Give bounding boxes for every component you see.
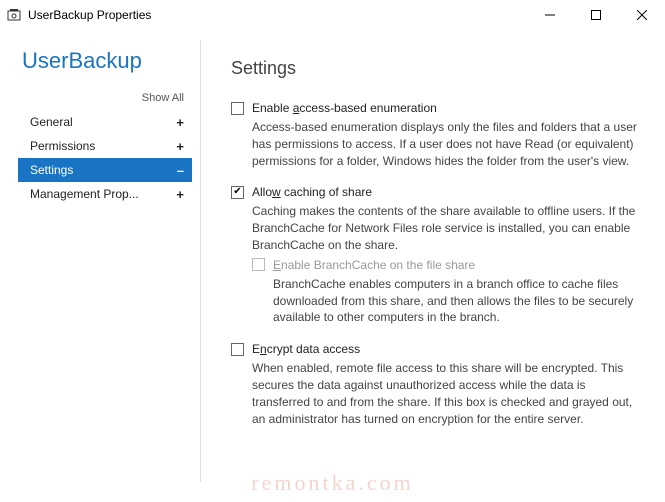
expand-icon: + (176, 187, 184, 202)
expand-icon: + (176, 139, 184, 154)
expand-icon: + (176, 115, 184, 130)
page-heading: UserBackup (22, 48, 190, 74)
nav-item-settings[interactable]: Settings – (18, 158, 192, 182)
nav-label: Management Prop... (30, 187, 139, 201)
nav-label: Permissions (30, 139, 95, 153)
sidebar: UserBackup Show All General + Permission… (0, 30, 200, 502)
setting-encrypt: Encrypt data access When enabled, remote… (231, 342, 645, 427)
close-button[interactable] (619, 0, 665, 30)
checkbox-enable-abe[interactable] (231, 102, 244, 115)
checkbox-label: Enable BranchCache on the file share (273, 258, 475, 272)
setting-description: BranchCache enables computers in a branc… (273, 276, 645, 326)
checkbox-enable-branchcache (252, 258, 265, 271)
checkbox-allow-caching[interactable] (231, 186, 244, 199)
nav-list: General + Permissions + Settings – Manag… (22, 110, 190, 206)
content-heading: Settings (231, 58, 645, 79)
app-icon (6, 7, 22, 23)
checkbox-label[interactable]: Encrypt data access (252, 342, 360, 356)
maximize-button[interactable] (573, 0, 619, 30)
titlebar: UserBackup Properties (0, 0, 665, 30)
checkbox-label[interactable]: Allow caching of share (252, 185, 372, 199)
nav-item-general[interactable]: General + (18, 110, 192, 134)
content-panel: Settings Enable access-based enumeration… (201, 30, 665, 502)
window-controls (527, 0, 665, 30)
collapse-icon: – (177, 163, 184, 178)
setting-description: Caching makes the contents of the share … (252, 203, 645, 253)
window-title: UserBackup Properties (28, 8, 527, 22)
setting-allow-caching: Allow caching of share Caching makes the… (231, 185, 645, 326)
setting-enable-abe: Enable access-based enumeration Access-b… (231, 101, 645, 169)
setting-description: Access-based enumeration displays only t… (252, 119, 645, 169)
show-all-link[interactable]: Show All (22, 92, 190, 104)
nav-label: General (30, 115, 73, 129)
nav-label: Settings (30, 163, 73, 177)
minimize-button[interactable] (527, 0, 573, 30)
nav-item-permissions[interactable]: Permissions + (18, 134, 192, 158)
setting-description: When enabled, remote file access to this… (252, 360, 645, 427)
checkbox-encrypt[interactable] (231, 343, 244, 356)
nav-item-management-properties[interactable]: Management Prop... + (18, 182, 192, 206)
setting-enable-branchcache: Enable BranchCache on the file share Bra… (252, 258, 645, 326)
checkbox-label[interactable]: Enable access-based enumeration (252, 101, 437, 115)
